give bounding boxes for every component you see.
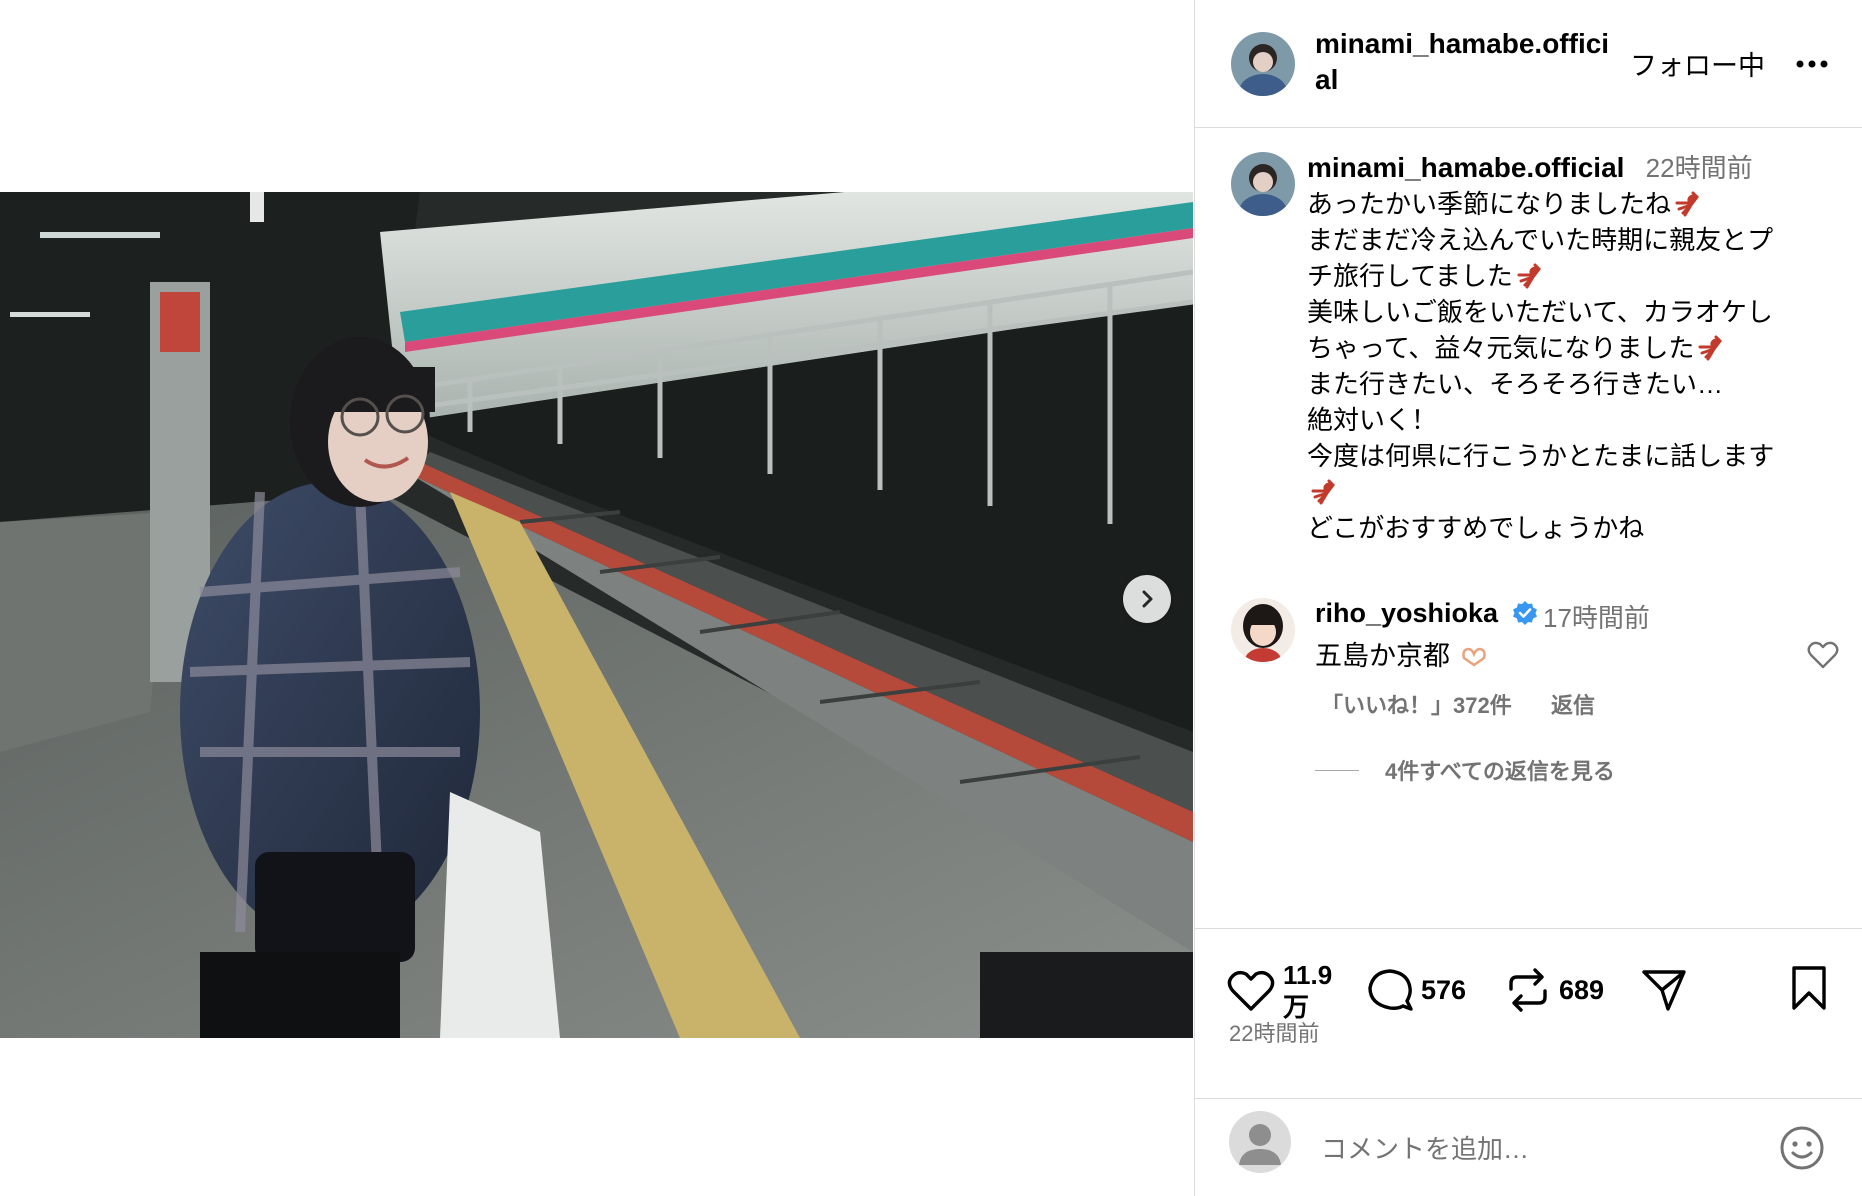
bookmark-icon	[1792, 966, 1826, 1010]
caption-line-text: ちゃって、益々元気になりました	[1307, 333, 1695, 363]
caption-author-avatar-image	[1231, 152, 1295, 216]
repost-button[interactable]: 689	[1505, 967, 1604, 1013]
caption-line-text: 今度は何県に行こうかとたまに話します	[1307, 441, 1775, 471]
caption-line-text: どこがおすすめでしょうかね	[1307, 513, 1645, 543]
comment-like-heart-icon[interactable]	[1807, 640, 1839, 670]
squid-emoji-icon	[1675, 191, 1699, 217]
comment-text: 五島か京都	[1315, 634, 1488, 673]
comments-count: 576	[1421, 974, 1467, 1005]
speech-bubble-icon	[1368, 969, 1413, 1011]
comment-input[interactable]	[1319, 1129, 1743, 1169]
comment-time: 17時間前	[1543, 603, 1650, 633]
caption-line-text: 絶対いく！	[1307, 405, 1438, 435]
caption-line: 美味しいご飯をいただいて、カラオケし	[1307, 294, 1837, 330]
post-photo[interactable]	[0, 192, 1193, 1038]
chevron-right-icon	[1142, 590, 1153, 608]
caption-line: ちゃって、益々元気になりました	[1307, 330, 1837, 366]
post-caption: minami_hamabe.official 22時間前 あったかい季節になりま…	[1307, 150, 1837, 546]
post-media	[0, 0, 1193, 1196]
comment-text-content: 五島か京都	[1315, 641, 1450, 671]
view-replies-button[interactable]: 4件すべての返信を見る	[1315, 754, 1615, 786]
repost-icon	[1509, 968, 1547, 1012]
author-username[interactable]: minami_hamabe.official	[1315, 26, 1615, 98]
commenter-username-text[interactable]: riho_yoshioka	[1315, 598, 1498, 628]
reposts-count: 689	[1559, 974, 1605, 1005]
squid-emoji-icon	[1517, 263, 1541, 289]
comment-reply-button[interactable]: 返信	[1551, 688, 1595, 720]
share-button[interactable]	[1641, 967, 1687, 1013]
post-side-panel: minami_hamabe.official フォロー中 minami_hama…	[1194, 0, 1862, 1196]
next-photo-button[interactable]	[1123, 575, 1171, 623]
caption-line: また行きたい、そろそろ行きたい…	[1307, 366, 1837, 402]
likes-count-line1: 11.9	[1283, 960, 1333, 990]
replies-divider	[1315, 769, 1359, 771]
caption-line-text: チ旅行してました	[1307, 261, 1513, 291]
paper-plane-icon	[1642, 970, 1686, 1011]
author-avatar[interactable]	[1231, 32, 1295, 96]
caption-time: 22時間前	[1645, 153, 1753, 183]
caption-line	[1307, 474, 1837, 510]
follow-status-button[interactable]: フォロー中	[1630, 44, 1765, 83]
save-button[interactable]	[1789, 965, 1829, 1011]
caption-line-text: あったかい季節になりましたね	[1307, 189, 1672, 219]
heart-hands-emoji-icon	[1461, 647, 1486, 667]
caption-line: あったかい季節になりましたね	[1307, 186, 1837, 222]
current-user-avatar[interactable]	[1229, 1111, 1291, 1173]
caption-line: 絶対いく！	[1307, 402, 1837, 438]
add-comment-bar	[1195, 1098, 1862, 1196]
ellipsis-icon	[1796, 60, 1828, 68]
squid-emoji-icon	[1698, 335, 1723, 361]
verified-badge-icon	[1512, 601, 1537, 625]
caption-text: あったかい季節になりましたねまだまだ冷え込んでいた時期に親友とプ チ旅行してました…	[1307, 186, 1837, 546]
caption-author-avatar[interactable]	[1231, 152, 1295, 216]
caption-line-text: 美味しいご飯をいただいて、カラオケし	[1307, 297, 1773, 327]
caption-line: どこがおすすめでしょうかね	[1307, 510, 1837, 546]
author-avatar-image	[1231, 32, 1295, 96]
post-actions: 11.9 万 576 689	[1195, 928, 1862, 1098]
commenter-username[interactable]: riho_yoshioka	[1315, 598, 1538, 629]
post-timestamp[interactable]: 22時間前	[1229, 1016, 1319, 1048]
heart-icon	[1227, 970, 1275, 1011]
smiley-icon[interactable]	[1779, 1125, 1825, 1171]
comment-button[interactable]: 576	[1367, 967, 1466, 1013]
post-header: minami_hamabe.official フォロー中	[1195, 0, 1862, 128]
caption-line-text: また行きたい、そろそろ行きたい…	[1307, 369, 1724, 399]
view-replies-label[interactable]: 4件すべての返信を見る	[1385, 754, 1615, 786]
more-options-icon[interactable]	[1795, 50, 1829, 70]
like-button[interactable]: 11.9 万	[1227, 959, 1332, 1023]
caption-username[interactable]: minami_hamabe.official	[1307, 152, 1624, 183]
comment-likes-count[interactable]: 「いいね！」372件	[1321, 688, 1512, 720]
caption-line-text: まだまだ冷え込んでいた時期に親友とプ	[1307, 225, 1774, 255]
caption-line: まだまだ冷え込んでいた時期に親友とプ	[1307, 222, 1837, 258]
default-user-icon	[1239, 1124, 1281, 1165]
commenter-avatar-image	[1231, 598, 1295, 662]
photo-train-platform	[0, 192, 1193, 1038]
caption-line: チ旅行してました	[1307, 258, 1837, 294]
commenter-avatar[interactable]	[1231, 598, 1295, 662]
squid-emoji-icon	[1311, 479, 1335, 505]
caption-line: 今度は何県に行こうかとたまに話します	[1307, 438, 1837, 474]
